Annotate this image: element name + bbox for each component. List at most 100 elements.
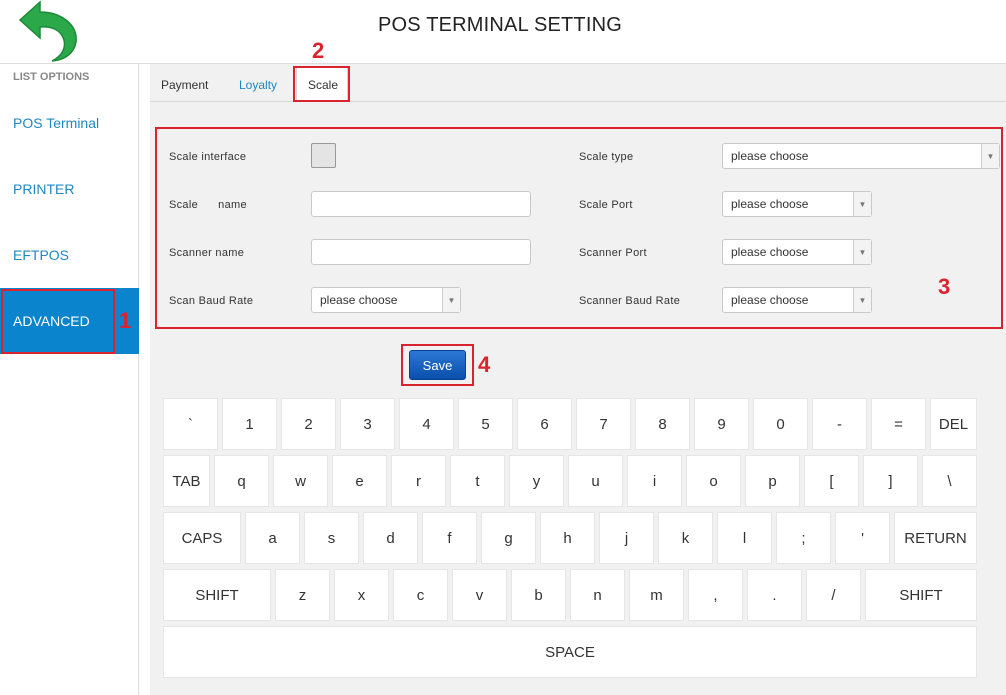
key-o[interactable]: o [686,455,741,507]
key-5[interactable]: 5 [458,398,513,450]
key-b[interactable]: b [511,569,566,621]
select-value: please choose [320,293,398,307]
key-backtick[interactable]: ` [163,398,218,450]
chevron-down-icon: ▼ [853,192,871,216]
key-r[interactable]: r [391,455,446,507]
sidebar-item-label: PRINTER [13,181,75,197]
chevron-down-icon: ▼ [981,144,999,168]
key-comma[interactable]: , [688,569,743,621]
scale-name-label: Scale name [169,199,247,211]
chevron-down-icon: ▼ [853,288,871,312]
chevron-down-icon: ▼ [853,240,871,264]
app-window: POS TERMINAL SETTING LIST OPTIONS POS Te… [0,0,1006,695]
keyboard-row-3: CAPS a s d f g h j k l ; ' RETURN [163,512,977,564]
key-d[interactable]: d [363,512,418,564]
key-space[interactable]: SPACE [163,626,977,678]
key-w[interactable]: w [273,455,328,507]
key-6[interactable]: 6 [517,398,572,450]
sidebar-item-eftpos[interactable]: EFTPOS [0,222,139,288]
key-del[interactable]: DEL [930,398,977,450]
key-m[interactable]: m [629,569,684,621]
key-i[interactable]: i [627,455,682,507]
select-value: please choose [731,293,809,307]
scale-port-label: Scale Port [579,199,633,211]
key-j[interactable]: j [599,512,654,564]
scale-name-input[interactable] [311,191,531,217]
annotation-number-2: 2 [312,38,325,63]
sidebar-item-printer[interactable]: PRINTER [0,156,139,222]
key-q[interactable]: q [214,455,269,507]
tab-label: Payment [161,77,209,92]
key-l[interactable]: l [717,512,772,564]
tab-loyalty[interactable]: Loyalty [228,67,292,102]
tab-scale[interactable]: Scale [296,67,348,102]
key-f[interactable]: f [422,512,477,564]
key-y[interactable]: y [509,455,564,507]
key-7[interactable]: 7 [576,398,631,450]
tab-bar: Payment Loyalty Scale [150,64,1006,102]
scale-interface-label: Scale interface [169,151,247,163]
annotation-number-4: 4 [478,352,491,377]
key-a[interactable]: a [245,512,300,564]
key-left-bracket[interactable]: [ [804,455,859,507]
key-u[interactable]: u [568,455,623,507]
scan-baud-rate-select[interactable]: please choose ▼ [311,287,461,313]
key-backslash[interactable]: \ [922,455,977,507]
scale-interface-checkbox[interactable] [311,143,336,168]
key-9[interactable]: 9 [694,398,749,450]
key-1[interactable]: 1 [222,398,277,450]
sidebar-item-label: POS Terminal [13,115,100,131]
scanner-name-input[interactable] [311,239,531,265]
tab-label: Scale [308,78,339,92]
key-shift-left[interactable]: SHIFT [163,569,271,621]
key-n[interactable]: n [570,569,625,621]
keyboard-row-4: SHIFT z x c v b n m , . / SHIFT [163,569,977,621]
sidebar-item-label: ADVANCED [13,313,90,329]
key-z[interactable]: z [275,569,330,621]
key-slash[interactable]: / [806,569,861,621]
key-h[interactable]: h [540,512,595,564]
key-caps[interactable]: CAPS [163,512,241,564]
scale-port-select[interactable]: please choose ▼ [722,191,872,217]
scanner-port-select[interactable]: please choose ▼ [722,239,872,265]
select-value: please choose [731,149,809,163]
tab-payment[interactable]: Payment [150,67,224,102]
scanner-baud-rate-select[interactable]: please choose ▼ [722,287,872,313]
key-3[interactable]: 3 [340,398,395,450]
save-button[interactable]: Save [409,350,466,380]
scanner-name-label: Scanner name [169,247,245,259]
key-right-bracket[interactable]: ] [863,455,918,507]
key-g[interactable]: g [481,512,536,564]
key-period[interactable]: . [747,569,802,621]
key-0[interactable]: 0 [753,398,808,450]
key-v[interactable]: v [452,569,507,621]
key-t[interactable]: t [450,455,505,507]
key-tab[interactable]: TAB [163,455,210,507]
scan-baud-rate-label: Scan Baud Rate [169,295,254,307]
key-p[interactable]: p [745,455,800,507]
key-equals[interactable]: = [871,398,926,450]
key-s[interactable]: s [304,512,359,564]
scale-type-label: Scale type [579,151,634,163]
key-return[interactable]: RETURN [894,512,977,564]
key-2[interactable]: 2 [281,398,336,450]
keyboard-row-2: TAB q w e r t y u i o p [ ] \ [163,455,977,507]
sidebar-item-label: EFTPOS [13,247,70,263]
key-apostrophe[interactable]: ' [835,512,890,564]
key-x[interactable]: x [334,569,389,621]
key-shift-right[interactable]: SHIFT [865,569,977,621]
key-k[interactable]: k [658,512,713,564]
sidebar-item-pos-terminal[interactable]: POS Terminal [0,90,139,156]
header: POS TERMINAL SETTING [0,0,1006,64]
scanner-baud-rate-label: Scanner Baud Rate [579,295,681,307]
key-4[interactable]: 4 [399,398,454,450]
key-e[interactable]: e [332,455,387,507]
scale-type-select[interactable]: please choose ▼ [722,143,1000,169]
key-semicolon[interactable]: ; [776,512,831,564]
page-title: POS TERMINAL SETTING [377,14,623,36]
annotation-number-1: 1 [119,308,132,333]
chevron-down-icon: ▼ [442,288,460,312]
key-minus[interactable]: - [812,398,867,450]
key-c[interactable]: c [393,569,448,621]
key-8[interactable]: 8 [635,398,690,450]
